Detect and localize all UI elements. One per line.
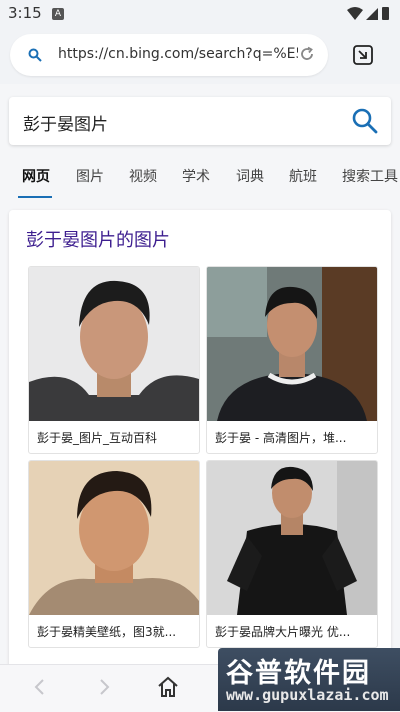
signal-icon xyxy=(366,8,378,20)
search-icon xyxy=(28,47,42,66)
search-query[interactable]: 彭于晏图片 xyxy=(23,110,108,135)
forward-icon[interactable] xyxy=(94,677,114,701)
image-result[interactable]: 彭于晏_图片_互动百科 xyxy=(28,266,200,454)
portrait-image xyxy=(29,461,199,615)
site-watermark: 谷普软件园 www.gupuxlazai.com xyxy=(218,648,400,711)
address-bar[interactable]: https://cn.bing.com/search?q=%E5%BD%AD%E… xyxy=(10,34,328,76)
image-result[interactable]: 彭于晏品牌大片曝光 优... xyxy=(206,460,378,648)
url-text[interactable]: https://cn.bing.com/search?q=%E5%BD%AD%E… xyxy=(58,46,298,62)
tab-videos[interactable]: 视频 xyxy=(129,166,157,186)
refresh-icon[interactable] xyxy=(298,45,316,67)
back-icon[interactable] xyxy=(30,677,50,701)
tab-web[interactable]: 网页 xyxy=(22,166,50,186)
image-caption: 彭于晏精美壁纸，图3就... xyxy=(37,625,177,639)
wifi-icon xyxy=(347,7,363,20)
status-bar: 3:15 A xyxy=(0,0,400,28)
image-result[interactable]: 彭于晏精美壁纸，图3就... xyxy=(28,460,200,648)
image-caption: 彭于晏 - 高清图片，堆... xyxy=(215,431,347,445)
status-time: 3:15 xyxy=(8,4,42,22)
battery-icon xyxy=(382,7,389,20)
tab-search-tools[interactable]: 搜索工具 xyxy=(342,166,398,186)
tab-switcher-icon[interactable] xyxy=(352,44,374,70)
search-results-page: 彭于晏图片 网页 图片 视频 学术 词典 航班 搜索工具 彭于晏图片的图片 彭于… xyxy=(0,84,400,670)
portrait-image xyxy=(207,461,377,615)
browser-toolbar: https://cn.bing.com/search?q=%E5%BD%AD%E… xyxy=(0,28,400,84)
search-button-icon[interactable] xyxy=(351,107,379,139)
image-results-title[interactable]: 彭于晏图片的图片 xyxy=(26,226,170,252)
image-caption: 彭于晏_图片_互动百科 xyxy=(37,431,158,445)
watermark-title: 谷普软件园 xyxy=(226,658,371,689)
status-icons xyxy=(346,6,390,26)
search-tabs: 网页 图片 视频 学术 词典 航班 搜索工具 xyxy=(0,156,400,198)
watermark-url: www.gupuxlazai.com xyxy=(226,686,389,704)
tab-dictionary[interactable]: 词典 xyxy=(236,166,264,186)
notification-icon: A xyxy=(52,8,64,20)
search-box[interactable]: 彭于晏图片 xyxy=(9,97,391,145)
portrait-image xyxy=(29,267,199,421)
home-icon[interactable] xyxy=(156,675,180,703)
image-result[interactable]: 彭于晏 - 高清图片，堆... xyxy=(206,266,378,454)
active-tab-indicator xyxy=(18,196,52,198)
tab-flights[interactable]: 航班 xyxy=(289,166,317,186)
portrait-image xyxy=(207,267,377,421)
tab-academic[interactable]: 学术 xyxy=(182,166,210,186)
image-results-card: 彭于晏图片的图片 彭于晏_图片_互动百科 彭于晏 - 高清图片，堆... 彭于晏… xyxy=(9,210,391,670)
tab-images[interactable]: 图片 xyxy=(76,166,104,186)
image-caption: 彭于晏品牌大片曝光 优... xyxy=(215,625,351,639)
